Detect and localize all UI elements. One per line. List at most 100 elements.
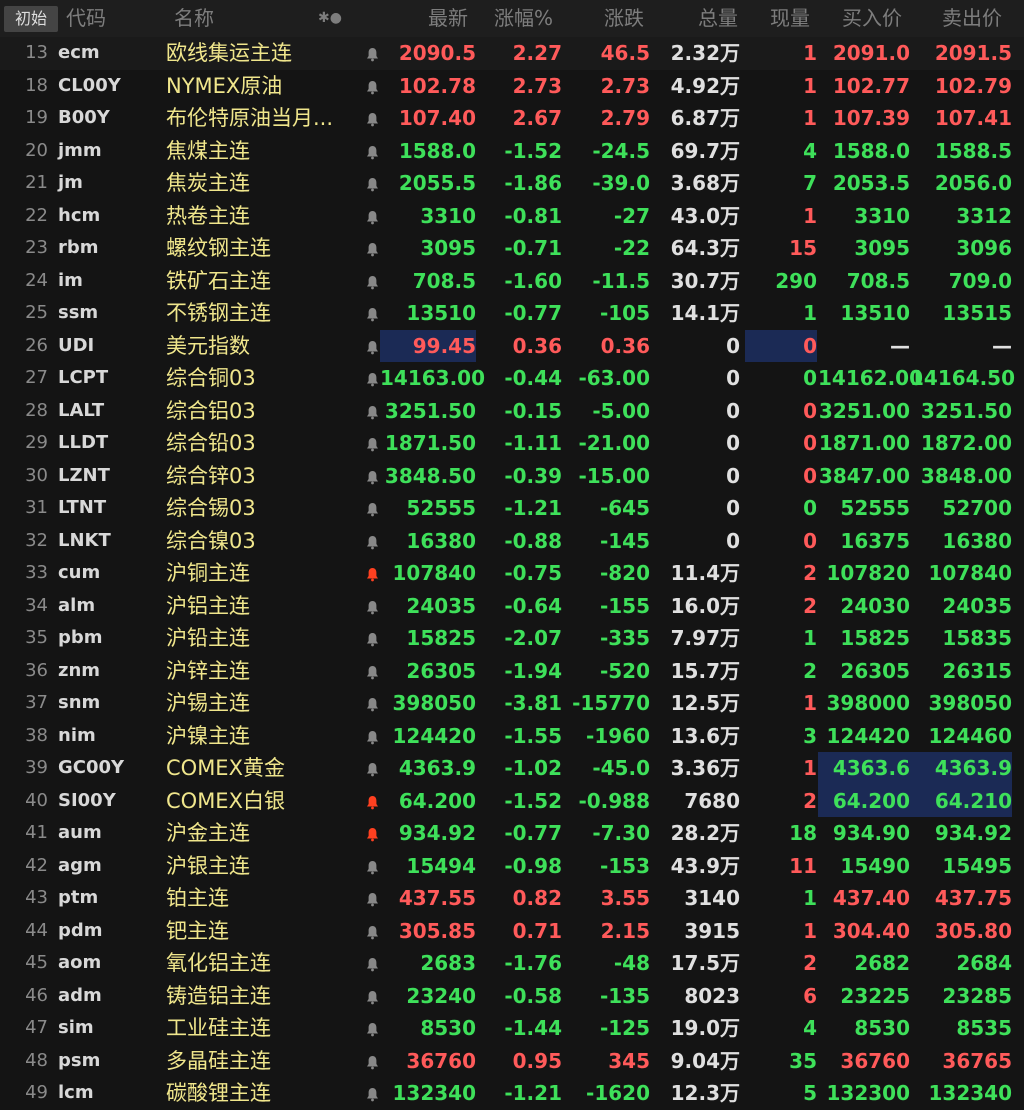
alert-bell-icon[interactable] <box>364 37 380 70</box>
alert-bell-icon[interactable] <box>364 1012 380 1045</box>
alert-bell-icon[interactable] <box>364 362 380 395</box>
change-percent: -1.11 <box>504 431 562 455</box>
alert-bell-icon[interactable] <box>364 752 380 785</box>
table-row[interactable]: 18 CL00Y NYMEX原油 102.78 2.73 2.73 4.92万 1 102.77… <box>0 70 1024 103</box>
alert-bell-icon[interactable] <box>364 687 380 720</box>
table-row[interactable]: 28 LALT 综合铝03 3251.50 -0.15 -5.00 0 0 3251.00 325… <box>0 395 1024 428</box>
table-row[interactable]: 21 jm 焦炭主连 2055.5 -1.86 -39.0 3.68万 7 2053.5 2056… <box>0 167 1024 200</box>
ask-price: 2091.5 <box>934 41 1012 65</box>
bid-price: 2091.0 <box>832 41 910 65</box>
table-row[interactable]: 43 ptm 铂主连 437.55 0.82 3.55 3140 1 437.40 437.75 <box>0 882 1024 915</box>
header-vol[interactable]: 总量 <box>698 0 738 37</box>
table-row[interactable]: 30 LZNT 综合锌03 3848.50 -0.39 -15.00 0 0 3847.00 38… <box>0 460 1024 493</box>
table-row[interactable]: 24 im 铁矿石主连 708.5 -1.60 -11.5 30.7万 290 708.5 709… <box>0 265 1024 298</box>
change-amount: -39.0 <box>592 171 650 195</box>
total-volume: 0 <box>726 496 740 520</box>
header-name[interactable]: 名称 <box>174 0 214 37</box>
table-row[interactable]: 20 jmm 焦煤主连 1588.0 -1.52 -24.5 69.7万 4 1588.0 158… <box>0 135 1024 168</box>
symbol-code: pdm <box>58 919 103 941</box>
alert-bell-icon[interactable] <box>364 1077 380 1110</box>
alert-bell-icon[interactable] <box>364 817 380 850</box>
alert-bell-icon[interactable] <box>364 1045 380 1078</box>
table-row[interactable]: 46 adm 铸造铝主连 23240 -0.58 -135 8023 6 23225 23285 <box>0 980 1024 1013</box>
current-volume: 1 <box>803 301 817 325</box>
alert-bell-icon[interactable] <box>364 297 380 330</box>
table-row[interactable]: 49 lcm 碳酸锂主连 132340 -1.21 -1620 12.3万 5 132300 13… <box>0 1077 1024 1110</box>
table-row[interactable]: 27 LCPT 综合铜03 14163.00 -0.44 -63.00 0 0 14162.00… <box>0 362 1024 395</box>
alert-bell-icon[interactable] <box>364 785 380 818</box>
bid-price: 107820 <box>826 561 911 585</box>
ask-price: 1588.5 <box>934 138 1012 163</box>
alert-bell-icon[interactable] <box>364 980 380 1013</box>
alert-bell-icon[interactable] <box>364 590 380 623</box>
header-cur[interactable]: 现量 <box>770 0 810 37</box>
alert-bell-icon[interactable] <box>364 265 380 298</box>
symbol-name: 综合镍03 <box>166 528 256 553</box>
alert-bell-icon[interactable] <box>364 167 380 200</box>
change-amount: -11.5 <box>592 268 650 293</box>
table-row[interactable]: 32 LNKT 综合镍03 16380 -0.88 -145 0 0 16375 16380 <box>0 525 1024 558</box>
alert-bell-icon[interactable] <box>364 655 380 688</box>
table-row[interactable]: 25 ssm 不锈钢主连 13510 -0.77 -105 14.1万 1 13510 13515 <box>0 297 1024 330</box>
header-code[interactable]: 代码 <box>66 0 106 37</box>
table-row[interactable]: 42 agm 沪银主连 15494 -0.98 -153 43.9万 11 15490 15495 <box>0 850 1024 883</box>
alert-bell-icon[interactable] <box>364 200 380 233</box>
table-row[interactable]: 41 aum 沪金主连 934.92 -0.77 -7.30 28.2万 18 934.90 93… <box>0 817 1024 850</box>
symbol-name: 铸造铝主连 <box>166 983 271 1008</box>
alert-bell-icon[interactable] <box>364 70 380 103</box>
alert-bell-icon[interactable] <box>364 135 380 168</box>
header-pct[interactable]: 涨幅% <box>494 0 553 37</box>
table-row[interactable]: 39 GC00Y COMEX黄金 4363.9 -1.02 -45.0 3.36万 1 4363… <box>0 752 1024 785</box>
alert-bell-icon[interactable] <box>364 947 380 980</box>
ask-price: 3096 <box>956 236 1012 260</box>
row-index: 28 <box>25 399 48 421</box>
table-row[interactable]: 22 hcm 热卷主连 3310 -0.81 -27 43.0万 1 3310 3312 <box>0 200 1024 233</box>
table-row[interactable]: 26 UDI 美元指数 99.45 0.36 0.36 0 0 — — <box>0 329 1024 363</box>
table-row[interactable]: 13 ecm 欧线集运主连 2090.5 2.27 46.5 2.32万 1 2091.0 209… <box>0 37 1024 70</box>
table-row[interactable]: 44 pdm 钯主连 305.85 0.71 2.15 3915 1 304.40 305.80 <box>0 915 1024 948</box>
table-row[interactable]: 34 alm 沪铝主连 24035 -0.64 -155 16.0万 2 24030 24035 <box>0 590 1024 623</box>
symbol-name: 综合锌03 <box>166 463 256 488</box>
init-button[interactable]: 初始 <box>4 6 58 32</box>
table-row[interactable]: 37 snm 沪锡主连 398050 -3.81 -15770 12.5万 1 398000 39… <box>0 687 1024 720</box>
table-row[interactable]: 31 LTNT 综合锡03 52555 -1.21 -645 0 0 52555 52700 <box>0 492 1024 525</box>
alert-bell-icon[interactable] <box>364 460 380 493</box>
alert-bell-icon[interactable] <box>364 720 380 753</box>
table-row[interactable]: 19 B00Y 布伦特原油当月... 107.40 2.67 2.79 6.87万 1 107.… <box>0 102 1024 135</box>
table-row[interactable]: 38 nim 沪镍主连 124420 -1.55 -1960 13.6万 3 124420 124… <box>0 720 1024 753</box>
alert-bell-icon[interactable] <box>364 915 380 948</box>
ask-price: 709.0 <box>948 268 1012 293</box>
alert-bell-icon[interactable] <box>364 850 380 883</box>
table-row[interactable]: 40 SI00Y COMEX白银 64.200 -1.52 -0.988 7680 2 64.2… <box>0 784 1024 818</box>
symbol-code: LZNT <box>58 464 110 486</box>
alert-bell-icon[interactable] <box>364 492 380 525</box>
total-volume: 16.0万 <box>670 593 740 618</box>
header-bid[interactable]: 买入价 <box>842 0 902 37</box>
table-row[interactable]: 45 aom 氧化铝主连 2683 -1.76 -48 17.5万 2 2682 2684 <box>0 947 1024 980</box>
alert-bell-icon[interactable] <box>364 102 380 135</box>
alert-bell-icon[interactable] <box>364 622 380 655</box>
header-ask[interactable]: 卖出价 <box>942 0 1002 37</box>
alert-bell-icon[interactable] <box>364 525 380 558</box>
ask-price: 107.41 <box>934 106 1012 130</box>
table-row[interactable]: 35 pbm 沪铅主连 15825 -2.07 -335 7.97万 1 15825 15835 <box>0 622 1024 655</box>
alert-bell-icon[interactable] <box>364 557 380 590</box>
table-row[interactable]: 47 sim 工业硅主连 8530 -1.44 -125 19.0万 4 8530 8535 <box>0 1012 1024 1045</box>
table-row[interactable]: 23 rbm 螺纹钢主连 3095 -0.71 -22 64.3万 15 3095 3096 <box>0 232 1024 265</box>
table-row[interactable]: 48 psm 多晶硅主连 36760 0.95 345 9.04万 35 36760 36765 <box>0 1045 1024 1078</box>
row-index: 13 <box>25 42 48 63</box>
table-row[interactable]: 36 znm 沪锌主连 26305 -1.94 -520 15.7万 2 26305 26315 <box>0 655 1024 688</box>
header-last[interactable]: 最新 <box>428 0 468 37</box>
change-percent: -1.44 <box>504 1016 562 1040</box>
header-icons[interactable]: ✱● <box>318 0 342 37</box>
row-index: 19 <box>25 107 48 128</box>
alert-bell-icon[interactable] <box>364 427 380 460</box>
table-row[interactable]: 33 cum 沪铜主连 107840 -0.75 -820 11.4万 2 107820 1078… <box>0 557 1024 590</box>
bid-price: 36760 <box>840 1048 910 1073</box>
alert-bell-icon[interactable] <box>364 232 380 265</box>
alert-bell-icon[interactable] <box>364 882 380 915</box>
header-chg[interactable]: 涨跌 <box>604 0 644 37</box>
alert-bell-icon[interactable] <box>364 395 380 428</box>
table-row[interactable]: 29 LLDT 综合铅03 1871.50 -1.11 -21.00 0 0 1871.00 18… <box>0 427 1024 460</box>
alert-bell-icon[interactable] <box>364 330 380 363</box>
